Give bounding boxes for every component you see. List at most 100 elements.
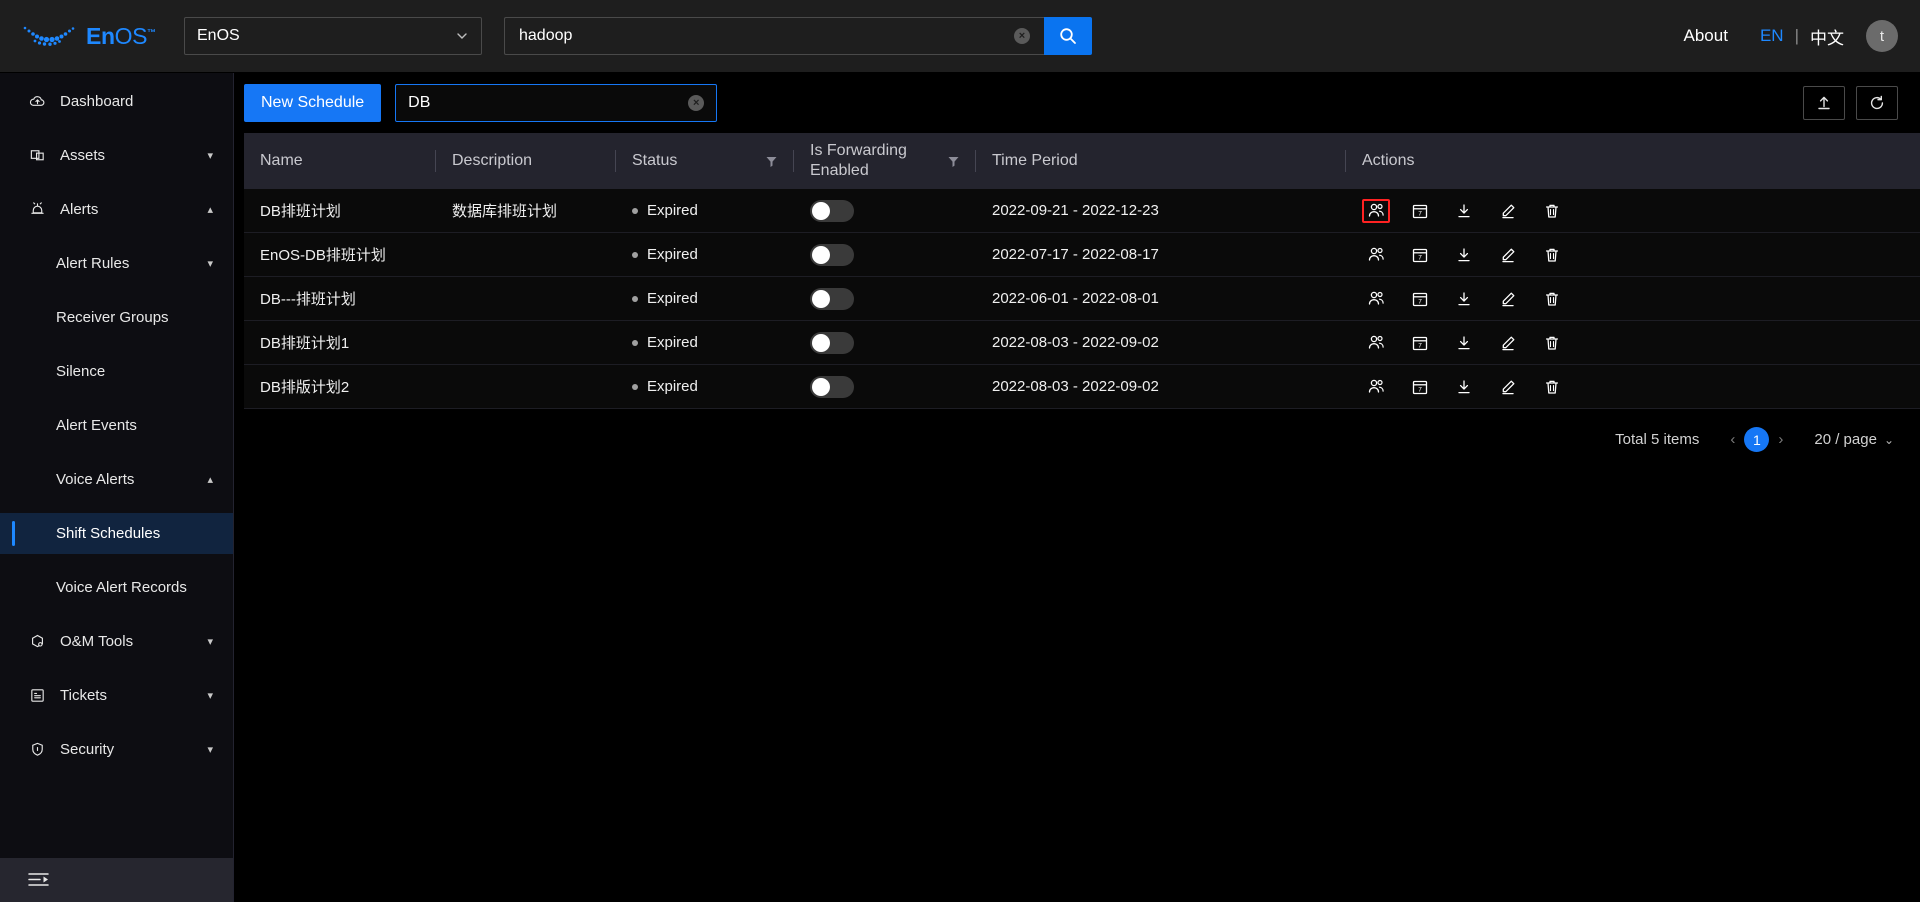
cell-actions: 7 (1346, 233, 1920, 276)
forwarding-toggle[interactable] (810, 199, 854, 222)
toolbar-actions (1803, 86, 1898, 120)
pagination-page-1[interactable]: 1 (1744, 427, 1770, 452)
app-selector[interactable]: EnOS (184, 17, 482, 55)
cell-name: DB排班计划1 (260, 335, 350, 352)
sidebar-item-voice-alerts[interactable]: Voice Alerts ▴ (0, 459, 233, 500)
table-row[interactable]: DB---排班计划 Expired 2022-06-01 - 2022-08-0… (244, 277, 1920, 321)
cell-time-period: 2022-08-03 - 2022-09-02 (992, 378, 1159, 395)
forwarding-toggle[interactable] (810, 287, 854, 310)
pagination-next[interactable]: › (1769, 431, 1792, 448)
sidebar-item-alert-rules[interactable]: Alert Rules ▾ (0, 243, 233, 284)
sidebar-item-om-tools[interactable]: O&M Tools ▾ (0, 621, 233, 662)
forwarding-toggle[interactable] (810, 375, 854, 398)
brand-logo[interactable]: EnOS™ (22, 23, 170, 50)
delete-icon[interactable] (1538, 199, 1566, 223)
page-size-selector[interactable]: 20 / page ⌄ (1814, 431, 1894, 448)
table-header: Name Description Status Is Forwarding En… (244, 133, 1920, 189)
search-button[interactable] (1044, 17, 1092, 55)
top-right-nav: About EN | 中文 t (1684, 20, 1898, 52)
cell-actions: 7 (1346, 277, 1920, 320)
sidebar-item-assets[interactable]: Assets ▾ (0, 135, 233, 176)
column-header-forwarding[interactable]: Is Forwarding Enabled (794, 133, 976, 189)
edit-icon[interactable] (1494, 287, 1522, 311)
download-icon[interactable] (1450, 375, 1478, 399)
upload-button[interactable] (1803, 86, 1845, 120)
language-en[interactable]: EN (1760, 26, 1784, 46)
status-dot-icon (632, 251, 638, 258)
cell-actions: 7 (1346, 189, 1920, 232)
members-icon[interactable] (1362, 287, 1390, 311)
sidebar-item-tickets[interactable]: Tickets ▾ (0, 675, 233, 716)
column-header-status[interactable]: Status (616, 133, 794, 189)
calendar-icon[interactable]: 7 (1406, 375, 1434, 399)
sidebar-item-alert-events[interactable]: Alert Events (0, 405, 233, 446)
calendar-icon[interactable]: 7 (1406, 199, 1434, 223)
delete-icon[interactable] (1538, 243, 1566, 267)
members-icon[interactable] (1362, 198, 1390, 223)
filter-icon[interactable] (765, 155, 778, 168)
sidebar-footer (0, 858, 233, 902)
sidebar-item-dashboard[interactable]: Dashboard (0, 81, 233, 122)
schedule-filter-input[interactable]: DB × (395, 84, 718, 122)
sidebar-item-shift-schedules[interactable]: Shift Schedules (0, 513, 233, 554)
about-link[interactable]: About (1684, 26, 1728, 46)
edit-icon[interactable] (1494, 243, 1522, 267)
cell-actions: 7 (1346, 321, 1920, 364)
delete-icon[interactable] (1538, 287, 1566, 311)
chevron-down-icon (457, 33, 467, 39)
menu-fold-icon[interactable] (28, 871, 49, 889)
sidebar-item-silence[interactable]: Silence (0, 351, 233, 392)
sidebar-item-voice-alert-records[interactable]: Voice Alert Records (0, 567, 233, 608)
sidebar-item-receiver-groups[interactable]: Receiver Groups (0, 297, 233, 338)
download-icon[interactable] (1450, 243, 1478, 267)
calendar-icon[interactable]: 7 (1406, 243, 1434, 267)
table-row[interactable]: EnOS-DB排班计划 Expired 2022-07-17 - 2022-08… (244, 233, 1920, 277)
table-row[interactable]: DB排班计划 数据库排班计划 Expired 2022-09-21 - 2022… (244, 189, 1920, 233)
filter-clear-icon[interactable]: × (688, 95, 705, 111)
members-icon[interactable] (1362, 375, 1390, 399)
column-header-description[interactable]: Description (436, 133, 616, 189)
cell-status: Expired (616, 277, 794, 320)
table-row[interactable]: DB排版计划2 Expired 2022-08-03 - 2022-09-02 (244, 365, 1920, 409)
members-icon[interactable] (1362, 331, 1390, 355)
table-row[interactable]: DB排班计划1 Expired 2022-08-03 - 2022-09-02 (244, 321, 1920, 365)
download-icon[interactable] (1450, 199, 1478, 223)
content-toolbar: New Schedule DB × (234, 73, 1920, 133)
pagination-prev[interactable]: ‹ (1721, 431, 1744, 448)
search-clear-icon[interactable]: × (1014, 28, 1030, 44)
cell-forwarding (794, 365, 976, 408)
sidebar-item-alerts[interactable]: Alerts ▴ (0, 189, 233, 230)
column-header-time-period[interactable]: Time Period (976, 133, 1346, 189)
refresh-button[interactable] (1856, 86, 1898, 120)
cell-description (436, 277, 616, 320)
refresh-icon (1870, 95, 1884, 110)
column-header-name[interactable]: Name (244, 133, 436, 189)
language-zh[interactable]: 中文 (1810, 24, 1844, 49)
alerts-bell-icon (28, 201, 46, 219)
search-input[interactable]: hadoop × (504, 17, 1044, 55)
download-icon[interactable] (1450, 287, 1478, 311)
forwarding-toggle[interactable] (810, 331, 854, 354)
members-icon[interactable] (1362, 243, 1390, 267)
filter-icon[interactable] (947, 155, 960, 168)
sidebar-item-label: Receiver Groups (56, 309, 169, 326)
column-label: Status (632, 151, 678, 169)
forwarding-toggle[interactable] (810, 243, 854, 266)
download-icon[interactable] (1450, 331, 1478, 355)
new-schedule-button[interactable]: New Schedule (244, 84, 382, 122)
edit-icon[interactable] (1494, 199, 1522, 223)
delete-icon[interactable] (1538, 375, 1566, 399)
sidebar-item-security[interactable]: Security ▾ (0, 729, 233, 770)
edit-icon[interactable] (1494, 331, 1522, 355)
avatar[interactable]: t (1866, 20, 1898, 52)
calendar-icon[interactable]: 7 (1406, 287, 1434, 311)
cell-forwarding (794, 321, 976, 364)
edit-icon[interactable] (1494, 375, 1522, 399)
delete-icon[interactable] (1538, 331, 1566, 355)
calendar-icon[interactable]: 7 (1406, 331, 1434, 355)
language-divider: | (1794, 26, 1799, 45)
cell-name: DB---排班计划 (260, 291, 356, 308)
table-body: DB排班计划 数据库排班计划 Expired 2022-09-21 - 2022… (244, 189, 1920, 409)
